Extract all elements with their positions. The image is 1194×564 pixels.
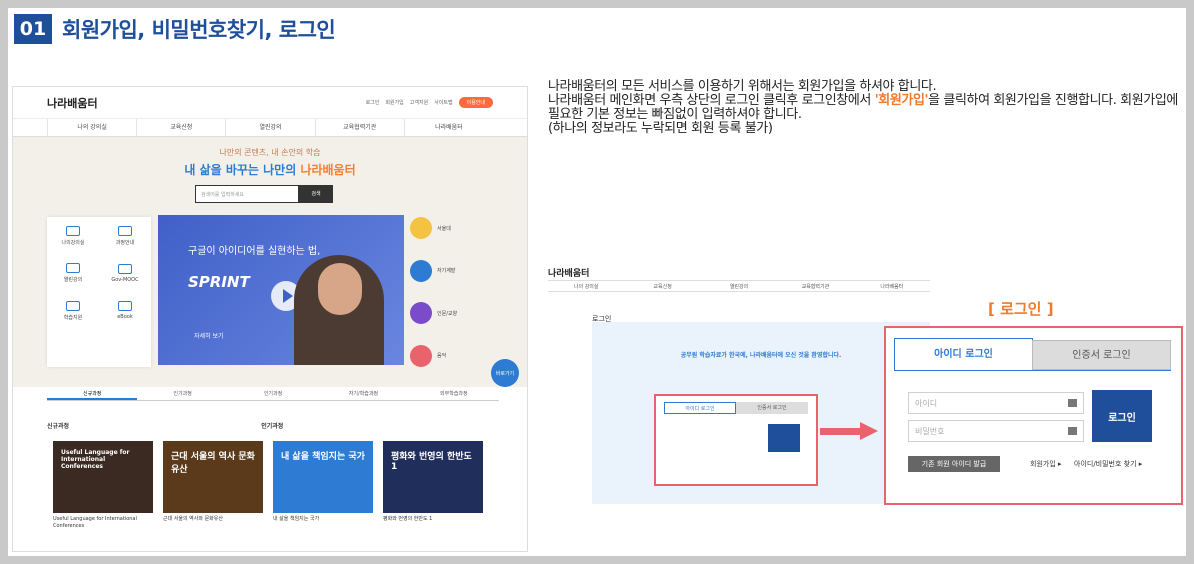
instruction-line-1: 나라배움터의 모든 서비스를 이용하기 위해서는 회원가입을 하셔야 합니다.: [548, 79, 937, 94]
login-box-zoomed: 아이디 로그인 인증서 로그인 아이디 비밀번호 로그인 기존 회원 아이디 발…: [884, 326, 1183, 505]
video-subtitle: SPRINT: [188, 273, 250, 291]
quick-item[interactable]: 나의강의실: [47, 217, 99, 255]
course-icon: [118, 225, 132, 236]
keyboard-icon: [1068, 399, 1077, 407]
presenter-face: [318, 263, 362, 315]
quick-item[interactable]: 학습지원: [47, 292, 99, 330]
nav-item[interactable]: 나라배움터: [403, 119, 493, 136]
classroom-icon: [66, 225, 80, 236]
nav-item[interactable]: 열린강의: [701, 281, 777, 291]
arrow-right-icon: [820, 422, 878, 440]
book-card[interactable]: Useful Language for International Confer…: [53, 441, 153, 530]
hero-headline: 내 삶을 바꾸는 나만의 나라배움터: [184, 163, 356, 177]
book-card[interactable]: 평화와 번영의 한반도 1 평화와 번영의 한반도 1: [383, 441, 483, 530]
password-input[interactable]: 비밀번호: [908, 420, 1084, 442]
quick-item[interactable]: eBook: [99, 292, 151, 330]
search-input[interactable]: 검색어를 입력하세요: [195, 185, 299, 203]
id-input[interactable]: 아이디: [908, 392, 1084, 414]
quick-item[interactable]: Gov-MOOC: [99, 255, 151, 293]
login-topbar: 나라배움터: [548, 264, 930, 280]
keyboard-icon: [1068, 427, 1077, 435]
existing-member-id-button[interactable]: 기존 회원 아이디 발급: [908, 456, 1000, 472]
hero-tagline: 나만의 콘텐츠, 내 손안의 학습: [219, 148, 321, 157]
top-link-signup[interactable]: 회원가입: [385, 99, 403, 106]
section-title: 회원가입, 비밀번호찾기, 로그인: [62, 18, 336, 42]
quick-menu: 나의강의실 과정안내 열린강의 Gov-MOOC 학습지원 eBook: [47, 217, 151, 367]
tab-divider: [894, 370, 1171, 371]
homepage-screenshot: 나라배움터 로그인 회원가입 고객지원 사이트맵 이용안내 나의 강의실 교육신…: [12, 86, 528, 552]
ebook-icon: [118, 301, 132, 312]
section-header: 01 회원가입, 비밀번호찾기, 로그인: [14, 14, 336, 44]
instruction-line-2: 나라배움터 메인화면 우측 상단의 로그인 클릭후 로그인창에서 '회원가입'을…: [548, 93, 1178, 122]
top-links: 로그인 회원가입 고객지원 사이트맵 이용안내: [366, 97, 493, 108]
popular-courses-heading: 인기과정: [261, 423, 284, 430]
top-link-sitemap[interactable]: 사이트맵: [434, 99, 452, 106]
site-nav: 나의 강의실 교육신청 열린강의 교육협력기관 나라배움터: [13, 119, 527, 137]
video-title: 구글이 아이디어를 실현하는 법,: [188, 246, 321, 257]
nav-item[interactable]: 열린강의: [225, 119, 314, 136]
signup-link[interactable]: 회원가입 ▸: [1030, 459, 1062, 469]
top-link-support[interactable]: 고객지원: [410, 99, 428, 106]
tab-cert-login-small[interactable]: 인증서 로그인: [736, 402, 808, 414]
category-item[interactable]: 자기계발: [410, 259, 496, 282]
tab-cert-login[interactable]: 인증서 로그인: [1032, 340, 1171, 370]
book-card[interactable]: 근대 서울의 역사 문화유산 근대 서울의 역사와 문화유산: [163, 441, 263, 530]
hero-section: 나만의 콘텐츠, 내 손안의 학습 내 삶을 바꾸는 나만의 나라배움터 검색어…: [13, 137, 527, 387]
tab-popular-2[interactable]: 인기과정: [228, 387, 318, 400]
tab-id-login-small[interactable]: 아이디 로그인: [664, 402, 736, 414]
login-button[interactable]: 로그인: [1092, 390, 1152, 442]
list-headings: 신규과정 인기과정: [47, 421, 499, 430]
floating-button[interactable]: 바로가기: [491, 359, 519, 387]
instruction-line-3: (하나의 정보라도 누락되면 회원 등록 불가): [548, 121, 773, 136]
login-page-screenshot: 나라배움터 나의 강의실 교육신청 열린강의 교육협력기관 나라배움터 로그인 …: [548, 264, 930, 504]
quick-item[interactable]: 과정안내: [99, 217, 151, 255]
headset-icon: [66, 300, 80, 311]
login-body: 공무원 학습자료가 한국에, 나라배움터에 오신 것을 환영합니다. 아이디 로…: [592, 322, 930, 504]
tab-popular[interactable]: 인기과정: [137, 387, 227, 400]
search-button[interactable]: 검색: [299, 185, 333, 203]
guide-button[interactable]: 이용안내: [458, 97, 493, 108]
login-nav: 나의 강의실 교육신청 열린강의 교육협력기관 나라배움터: [548, 280, 930, 292]
category-item[interactable]: 인문/교양: [410, 302, 496, 325]
tab-external[interactable]: 외부학습과정: [409, 387, 499, 400]
category-list: 서울대 자기계발 인문/교양 음악: [410, 217, 496, 367]
lecture-icon: [66, 263, 80, 274]
site-logo[interactable]: 나라배움터: [548, 266, 589, 279]
video-banner[interactable]: 구글이 아이디어를 실현하는 법, SPRINT 자세히 보기: [158, 215, 404, 365]
find-account-link[interactable]: 아이디/비밀번호 찾기 ▸: [1074, 459, 1142, 469]
category-item[interactable]: 음악: [410, 344, 496, 367]
book-card[interactable]: 내 삶을 책임지는 국가 내 삶을 책임지는 국가: [273, 441, 373, 530]
nav-item[interactable]: 교육신청: [136, 119, 225, 136]
book-list: Useful Language for International Confer…: [53, 441, 493, 530]
new-courses-heading: 신규과정: [47, 423, 70, 430]
nav-item[interactable]: 나의 강의실: [548, 281, 624, 291]
nav-item[interactable]: 교육협력기관: [314, 119, 404, 136]
mooc-icon: [118, 263, 132, 274]
tab-id-login[interactable]: 아이디 로그인: [894, 338, 1033, 370]
tab-new[interactable]: 신규과정: [47, 387, 138, 400]
course-tabs: 신규과정 인기과정 인기과정 자기/학습과정 외부학습과정: [47, 387, 499, 401]
login-label: [ 로그인 ]: [988, 300, 1054, 318]
nav-item[interactable]: 교육신청: [624, 281, 700, 291]
site-logo[interactable]: 나라배움터: [47, 95, 98, 111]
nav-item[interactable]: 나라배움터: [854, 281, 930, 291]
quick-item[interactable]: 열린강의: [47, 255, 99, 293]
login-button-small[interactable]: [768, 424, 800, 452]
category-item[interactable]: 서울대: [410, 217, 496, 239]
welcome-text: 공무원 학습자료가 한국에, 나라배움터에 오신 것을 환영합니다.: [680, 352, 842, 359]
site-topbar: 나라배움터 로그인 회원가입 고객지원 사이트맵 이용안내: [13, 87, 527, 119]
nav-item[interactable]: 교육협력기관: [777, 281, 853, 291]
instructions: 나라배움터의 모든 서비스를 이용하기 위해서는 회원가입을 하셔야 합니다. …: [548, 80, 1184, 136]
tab-self[interactable]: 자기/학습과정: [318, 387, 408, 400]
video-more-link[interactable]: 자세히 보기: [194, 331, 224, 340]
section-number: 01: [14, 14, 52, 44]
nav-item[interactable]: 나의 강의실: [47, 119, 136, 136]
login-box-small: 아이디 로그인 인증서 로그인: [654, 394, 818, 486]
top-link-login[interactable]: 로그인: [366, 99, 380, 106]
